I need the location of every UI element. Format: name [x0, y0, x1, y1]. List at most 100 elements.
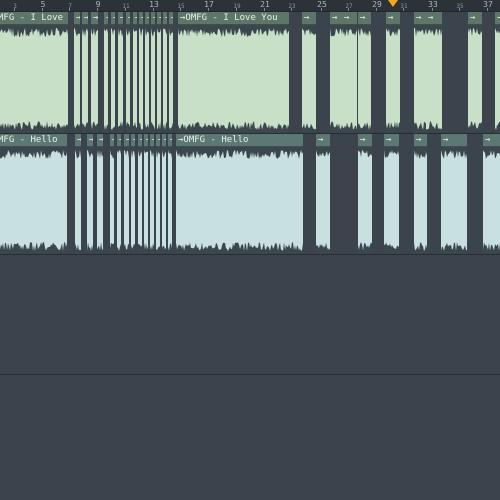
clip-slice[interactable]: →: [145, 12, 149, 133]
clip-header[interactable]: →: [139, 12, 143, 25]
clip-slice[interactable]: →: [441, 134, 467, 254]
waveform: [468, 25, 482, 133]
track-lane-3[interactable]: [0, 255, 500, 374]
ruler-label: 3: [13, 3, 17, 10]
clip-hello[interactable]: MFG - Hello: [0, 134, 67, 254]
clip-slice[interactable]: →: [162, 134, 166, 254]
clip-slice[interactable]: →: [358, 12, 371, 133]
clip-slice[interactable]: →: [138, 134, 142, 254]
clip-header[interactable]: →: [151, 12, 155, 25]
clip-header[interactable]: →OMFG - I Love You: [178, 12, 289, 25]
clip-slice[interactable]: →: [157, 12, 161, 133]
clip-header[interactable]: →: [74, 12, 80, 25]
clip-header[interactable]: →: [441, 134, 467, 147]
clip-slice[interactable]: →: [384, 134, 399, 254]
clip-slice[interactable]: →: [386, 12, 400, 133]
clip-slice[interactable]: →: [468, 12, 482, 133]
clip-slice[interactable]: →: [117, 134, 121, 254]
clip-slice[interactable]: →: [133, 12, 137, 133]
clip-header[interactable]: →: [91, 12, 98, 25]
clip-slice[interactable]: →: [302, 12, 316, 133]
track-lane-4[interactable]: [0, 375, 500, 500]
clip-header[interactable]: →: [358, 134, 372, 147]
clip-header[interactable]: →: [82, 12, 88, 25]
clip-header[interactable]: MFG - I Love You: [0, 12, 68, 25]
clip-slice[interactable]: →: [118, 12, 123, 133]
clip-header[interactable]: →: [384, 134, 399, 147]
clip-header[interactable]: →: [110, 134, 114, 147]
clip-i-love-you-2[interactable]: →OMFG - I Love You: [178, 12, 289, 133]
clip-header[interactable]: →: [386, 12, 400, 25]
clip-slice[interactable]: →: [414, 134, 427, 254]
clip-header[interactable]: →: [124, 134, 129, 147]
clip-header[interactable]: →: [118, 12, 123, 25]
clip-slice[interactable]: →: [426, 12, 442, 133]
clip-slice[interactable]: →: [342, 12, 357, 133]
clip-header[interactable]: →: [126, 12, 130, 25]
clip-header[interactable]: →: [97, 134, 103, 147]
clip-header[interactable]: →: [302, 12, 316, 25]
clip-slice[interactable]: →: [150, 134, 154, 254]
clip-slice[interactable]: →: [163, 12, 167, 133]
clip-header[interactable]: →: [144, 134, 148, 147]
ruler-label: 31: [400, 3, 408, 10]
clip-slice[interactable]: →: [168, 134, 172, 254]
clip-slice[interactable]: →: [316, 134, 330, 254]
waveform: [157, 25, 161, 133]
clip-slice[interactable]: →: [144, 134, 148, 254]
clip-header[interactable]: →: [150, 134, 154, 147]
clip-header[interactable]: →: [414, 134, 427, 147]
clip-header[interactable]: →: [145, 12, 149, 25]
clip-slice[interactable]: →: [74, 12, 80, 133]
waveform: [168, 147, 172, 254]
clip-header[interactable]: →: [111, 12, 115, 25]
clip-header[interactable]: →: [342, 12, 357, 25]
clip-slice[interactable]: →: [483, 134, 500, 254]
timeline-ruler[interactable]: 3 5 7 9 11 13 15 17 19 21 23 25 27 29 31 33 35 37: [0, 0, 500, 12]
clip-slice[interactable]: →: [126, 12, 130, 133]
clip-slice[interactable]: →: [97, 134, 103, 254]
clip-header[interactable]: →: [131, 134, 135, 147]
clip-hello-2[interactable]: →OMFG - Hello: [176, 134, 303, 254]
clip-header[interactable]: →: [358, 12, 371, 25]
playhead-marker[interactable]: [388, 0, 398, 7]
clip-header[interactable]: →: [495, 12, 500, 25]
clip-slice[interactable]: →: [495, 12, 500, 133]
clip-header[interactable]: →: [169, 12, 173, 25]
clip-header[interactable]: →: [162, 134, 166, 147]
clip-header[interactable]: →: [163, 12, 167, 25]
clip-slice[interactable]: →: [87, 134, 93, 254]
clip-header[interactable]: →: [316, 134, 330, 147]
clip-body: [145, 25, 149, 133]
clip-header[interactable]: →: [104, 12, 108, 25]
clip-header[interactable]: →: [426, 12, 442, 25]
ruler-label: 17: [204, 0, 214, 9]
clip-slice[interactable]: →: [124, 134, 129, 254]
clip-slice[interactable]: →: [151, 12, 155, 133]
clip-slice[interactable]: →: [139, 12, 143, 133]
clip-slice[interactable]: →: [169, 12, 173, 133]
clip-header[interactable]: →: [468, 12, 482, 25]
clip-slice[interactable]: →: [358, 134, 372, 254]
clip-header[interactable]: →: [133, 12, 137, 25]
clip-slice[interactable]: →: [75, 134, 81, 254]
arrangement-area[interactable]: MFG - I Love You→→→→→→→→→→→→→→→OMFG - I …: [0, 12, 500, 500]
clip-header[interactable]: →: [156, 134, 160, 147]
clip-header[interactable]: →: [87, 134, 93, 147]
clip-slice[interactable]: →: [131, 134, 135, 254]
clip-slice[interactable]: →: [110, 134, 114, 254]
clip-slice[interactable]: →: [111, 12, 115, 133]
clip-i-love-you[interactable]: MFG - I Love You: [0, 12, 68, 133]
clip-header[interactable]: →: [138, 134, 142, 147]
clip-header[interactable]: →: [157, 12, 161, 25]
clip-header[interactable]: →: [117, 134, 121, 147]
clip-slice[interactable]: →: [156, 134, 160, 254]
clip-header[interactable]: →OMFG - Hello: [176, 134, 303, 147]
clip-header[interactable]: MFG - Hello: [0, 134, 67, 147]
clip-slice[interactable]: →: [91, 12, 98, 133]
clip-slice[interactable]: →: [82, 12, 88, 133]
clip-header[interactable]: →: [483, 134, 500, 147]
clip-header[interactable]: →: [75, 134, 81, 147]
clip-slice[interactable]: →: [104, 12, 108, 133]
clip-header[interactable]: →: [168, 134, 172, 147]
